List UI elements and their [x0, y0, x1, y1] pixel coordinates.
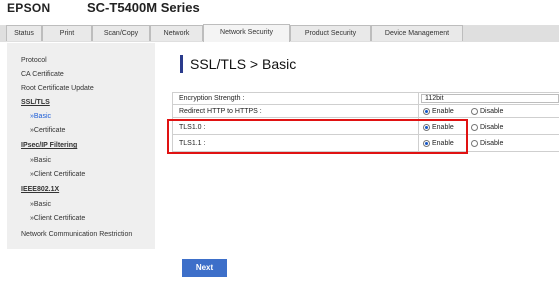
tls10-disable-label: Disable: [480, 124, 504, 131]
tab-network[interactable]: Network: [150, 25, 203, 41]
sidebar-item-ca-certificate[interactable]: CA Certificate: [21, 71, 64, 78]
model-name: SC-T5400M Series: [87, 0, 200, 15]
page-title: SSL/TLS > Basic: [190, 56, 297, 72]
sidebar-item-ssl-certificate[interactable]: »Certificate: [30, 127, 65, 134]
table-divider: [172, 117, 559, 118]
next-button[interactable]: Next: [182, 259, 227, 277]
redirect-disable-label: Disable: [480, 108, 504, 115]
tab-print[interactable]: Print: [42, 25, 92, 41]
sidebar-item-root-certificate-update[interactable]: Root Certificate Update: [21, 85, 94, 92]
tab-device-management[interactable]: Device Management: [371, 25, 463, 41]
table-divider: [172, 104, 559, 105]
sidebar-item-protocol[interactable]: Protocol: [21, 57, 47, 64]
tls10-disable-radio[interactable]: [471, 124, 478, 131]
title-accent-bar: [180, 55, 183, 73]
sidebar-item-network-communication-restriction[interactable]: Network Communication Restriction: [21, 231, 132, 238]
tab-network-security[interactable]: Network Security: [203, 24, 290, 42]
sidebar-item-ieee-basic[interactable]: »Basic: [30, 201, 51, 208]
sidebar-item-ipsec-basic[interactable]: »Basic: [30, 157, 51, 164]
sidebar-item-ssl-tls[interactable]: SSL/TLS: [21, 99, 50, 106]
sidebar-item-ssl-basic[interactable]: »Basic: [30, 113, 51, 120]
tab-product-security[interactable]: Product Security: [290, 25, 371, 41]
redirect-enable-label: Enable: [432, 108, 454, 115]
redirect-disable-radio[interactable]: [471, 108, 478, 115]
redirect-https-label: Redirect HTTP to HTTPS :: [179, 108, 262, 115]
brand-logo: EPSON: [7, 1, 51, 15]
encryption-strength-label: Encryption Strength :: [179, 95, 245, 102]
header: [0, 0, 559, 26]
encryption-strength-select[interactable]: 112bit: [421, 94, 559, 103]
sidebar-item-ipsec-ip-filtering[interactable]: IPsec/IP Filtering: [21, 142, 77, 149]
sidebar-item-ipsec-client-certificate[interactable]: »Client Certificate: [30, 171, 85, 178]
sidebar-item-ieee-client-certificate[interactable]: »Client Certificate: [30, 215, 85, 222]
redirect-enable-radio[interactable]: [423, 108, 430, 115]
tab-scan-copy[interactable]: Scan/Copy: [92, 25, 150, 41]
tls11-disable-label: Disable: [480, 140, 504, 147]
tab-status[interactable]: Status: [6, 25, 42, 41]
sidebar-item-ieee8021x[interactable]: IEEE802.1X: [21, 186, 59, 193]
tls11-disable-radio[interactable]: [471, 140, 478, 147]
highlight-box: [167, 119, 468, 154]
